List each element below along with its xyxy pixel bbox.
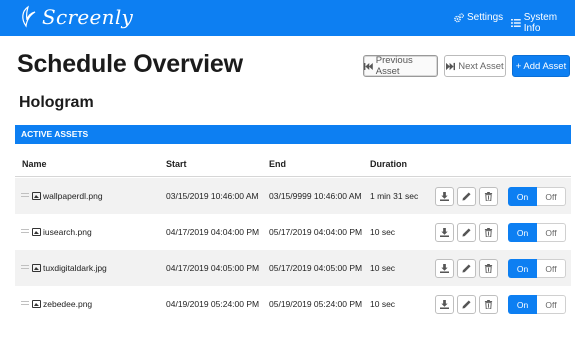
asset-toggle[interactable]: On Off xyxy=(508,259,566,278)
edit-button[interactable] xyxy=(457,223,476,242)
trash-icon xyxy=(484,300,493,309)
edit-button[interactable] xyxy=(457,259,476,278)
drag-handle-icon[interactable] xyxy=(21,229,29,235)
delete-button[interactable] xyxy=(479,259,498,278)
fast-forward-icon xyxy=(446,62,456,70)
asset-duration: 10 sec xyxy=(370,227,396,237)
drag-handle-icon[interactable] xyxy=(21,265,29,271)
asset-toggle[interactable]: On Off xyxy=(508,295,566,314)
drag-handle-icon[interactable] xyxy=(21,193,29,199)
toggle-off[interactable]: Off xyxy=(537,187,566,206)
toggle-on[interactable]: On xyxy=(508,223,537,242)
asset-duration: 1 min 31 sec xyxy=(370,191,419,201)
asset-name: tuxdigitaldark.jpg xyxy=(43,263,107,273)
download-icon xyxy=(440,192,449,201)
asset-start: 03/15/2019 10:46:00 AM xyxy=(166,191,259,201)
download-icon xyxy=(440,264,449,273)
asset-toggle[interactable]: On Off xyxy=(508,223,566,242)
next-asset-button[interactable]: Next Asset xyxy=(444,55,506,77)
top-navbar: Screenly Settings System Info xyxy=(0,0,575,36)
image-file-icon xyxy=(32,192,41,200)
edit-button[interactable] xyxy=(457,295,476,314)
screenly-logo-icon xyxy=(22,5,36,28)
download-button[interactable] xyxy=(435,187,454,206)
pencil-icon xyxy=(462,300,471,309)
asset-end: 03/15/9999 10:46:00 AM xyxy=(269,191,362,201)
image-file-icon xyxy=(32,264,41,272)
download-icon xyxy=(440,228,449,237)
list-icon xyxy=(511,19,521,27)
download-icon xyxy=(440,300,449,309)
active-assets-bar: ACTIVE ASSETS xyxy=(15,125,571,144)
asset-duration: 10 sec xyxy=(370,263,396,273)
asset-name: wallpaperdl.png xyxy=(43,191,103,201)
page-title: Schedule Overview xyxy=(17,50,243,78)
trash-icon xyxy=(484,192,493,201)
asset-name: iusearch.png xyxy=(43,227,92,237)
asset-name: zebedee.png xyxy=(43,299,93,309)
system-info-link[interactable]: System Info xyxy=(511,12,575,34)
delete-button[interactable] xyxy=(479,187,498,206)
trash-icon xyxy=(484,264,493,273)
pencil-icon xyxy=(462,228,471,237)
table-row[interactable]: iusearch.png 04/17/2019 04:04:00 PM 05/1… xyxy=(15,214,571,250)
column-header-end[interactable]: End xyxy=(269,159,286,169)
fast-backward-icon xyxy=(364,62,373,70)
delete-button[interactable] xyxy=(479,223,498,242)
settings-link[interactable]: Settings xyxy=(454,12,503,23)
next-asset-label: Next Asset xyxy=(458,60,504,72)
section-title: Hologram xyxy=(19,94,94,111)
asset-start: 04/17/2019 04:05:00 PM xyxy=(166,263,260,273)
trash-icon xyxy=(484,228,493,237)
column-header-start[interactable]: Start xyxy=(166,159,187,169)
asset-end: 05/17/2019 04:04:00 PM xyxy=(269,227,363,237)
asset-toggle[interactable]: On Off xyxy=(508,187,566,206)
table-row[interactable]: tuxdigitaldark.jpg 04/17/2019 04:05:00 P… xyxy=(15,250,571,286)
system-info-label: System Info xyxy=(523,12,558,34)
column-header-name[interactable]: Name xyxy=(22,159,47,169)
pencil-icon xyxy=(462,192,471,201)
toggle-off[interactable]: Off xyxy=(537,259,566,278)
toggle-off[interactable]: Off xyxy=(537,223,566,242)
image-file-icon xyxy=(32,228,41,236)
drag-handle-icon[interactable] xyxy=(21,301,29,307)
add-asset-button[interactable]: + Add Asset xyxy=(512,55,570,77)
brand[interactable]: Screenly xyxy=(18,5,133,29)
cogs-icon xyxy=(454,12,464,22)
brand-name: Screenly xyxy=(42,5,134,29)
delete-button[interactable] xyxy=(479,295,498,314)
asset-start: 04/17/2019 04:04:00 PM xyxy=(166,227,260,237)
toggle-on[interactable]: On xyxy=(508,187,537,206)
settings-label: Settings xyxy=(467,12,504,23)
table-row[interactable]: zebedee.png 04/19/2019 05:24:00 PM 05/19… xyxy=(15,286,571,322)
toggle-on[interactable]: On xyxy=(508,259,537,278)
asset-start: 04/19/2019 05:24:00 PM xyxy=(166,299,260,309)
asset-end: 05/17/2019 04:05:00 PM xyxy=(269,263,363,273)
asset-duration: 10 sec xyxy=(370,299,396,309)
asset-end: 05/19/2019 05:24:00 PM xyxy=(269,299,363,309)
table-row[interactable]: wallpaperdl.png 03/15/2019 10:46:00 AM 0… xyxy=(15,178,571,214)
table-header-divider xyxy=(15,176,571,177)
add-asset-label: + Add Asset xyxy=(515,60,567,72)
image-file-icon xyxy=(32,300,41,308)
download-button[interactable] xyxy=(435,223,454,242)
toggle-off[interactable]: Off xyxy=(537,295,566,314)
toggle-on[interactable]: On xyxy=(508,295,537,314)
download-button[interactable] xyxy=(435,259,454,278)
previous-asset-button[interactable]: Previous Asset xyxy=(363,55,438,77)
download-button[interactable] xyxy=(435,295,454,314)
column-header-duration[interactable]: Duration xyxy=(370,159,407,169)
edit-button[interactable] xyxy=(457,187,476,206)
pencil-icon xyxy=(462,264,471,273)
previous-asset-label: Previous Asset xyxy=(375,55,413,77)
